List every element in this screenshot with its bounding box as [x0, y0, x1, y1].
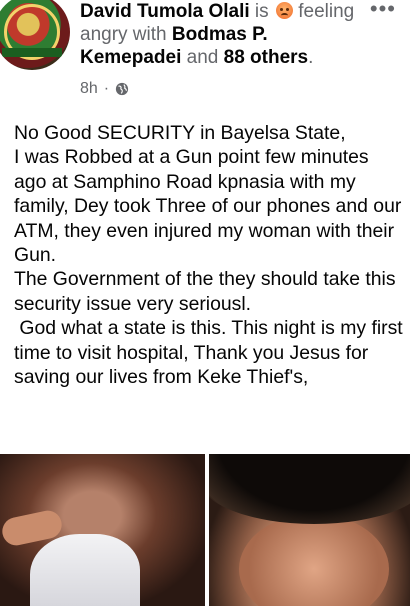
- photo-left[interactable]: [0, 454, 205, 606]
- photo-grid: [0, 454, 410, 606]
- headline-period: .: [308, 47, 314, 68]
- globe-icon[interactable]: [115, 82, 129, 96]
- conjunction-text: and: [186, 47, 219, 68]
- author-name[interactable]: David Tumola Olali: [80, 1, 250, 22]
- verb-text: is: [254, 1, 269, 22]
- angry-emoji-icon: [275, 2, 293, 19]
- photo-skin-shape: [239, 514, 389, 606]
- others-link[interactable]: 88 others: [224, 47, 308, 68]
- photo-hair-shape: [209, 454, 410, 524]
- photo-cloth-shape: [30, 534, 140, 606]
- more-options-icon[interactable]: •••: [370, 0, 396, 20]
- post-body: No Good SECURITY in Bayelsa State, I was…: [14, 122, 403, 389]
- meta-separator: ·: [103, 80, 110, 97]
- author-avatar[interactable]: [0, 0, 70, 70]
- post-meta: 8h ·: [80, 80, 129, 98]
- photo-right[interactable]: [209, 454, 410, 606]
- avatar-band: [2, 48, 62, 57]
- post-header: David Tumola Olali is feeling angry with…: [0, 0, 410, 106]
- post-timestamp[interactable]: 8h: [80, 80, 98, 98]
- post-headline: David Tumola Olali is feeling angry with…: [80, 0, 365, 69]
